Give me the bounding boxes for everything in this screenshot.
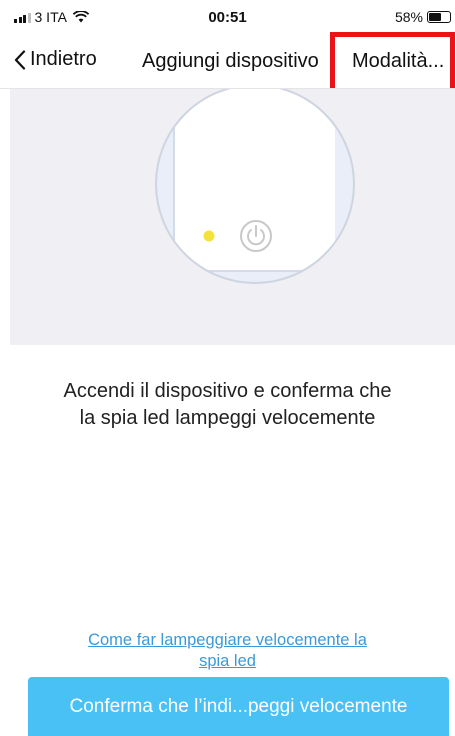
status-right: 58% — [395, 9, 451, 25]
instruction-line-1: Accendi il dispositivo e conferma che — [63, 380, 392, 402]
back-button[interactable]: Indietro — [14, 48, 97, 71]
confirm-button-label: Conferma che l’indi...peggi velocemente — [69, 695, 408, 717]
battery-fill — [429, 13, 441, 21]
status-time: 00:51 — [208, 9, 247, 26]
page-title: Aggiungi dispositivo — [142, 50, 319, 72]
mode-button[interactable]: Modalità... — [352, 50, 444, 73]
led-indicator-icon — [203, 230, 215, 242]
battery-icon — [427, 11, 451, 23]
nav-bar: Indietro Aggiungi dispositivo Modalità..… — [0, 36, 455, 88]
help-link[interactable]: Come far lampeggiare velocemente la spia… — [60, 630, 395, 672]
help-link-line-1: Come far lampeggiare velocemente la — [88, 631, 367, 649]
device-illustration-panel — [10, 89, 455, 345]
status-bar: 3 ITA 00:51 58% — [0, 0, 455, 36]
back-chevron-icon — [14, 49, 26, 70]
instruction-line-2: la spia led lampeggi velocemente — [79, 407, 376, 429]
device-illustration — [155, 89, 355, 284]
help-link-line-2: spia led — [199, 652, 256, 670]
back-label: Indietro — [30, 48, 97, 70]
battery-percent: 58% — [394, 9, 423, 25]
confirm-button[interactable]: Conferma che l’indi...peggi velocemente — [28, 677, 449, 736]
instruction-text: Accendi il dispositivo e conferma che la… — [20, 378, 435, 432]
